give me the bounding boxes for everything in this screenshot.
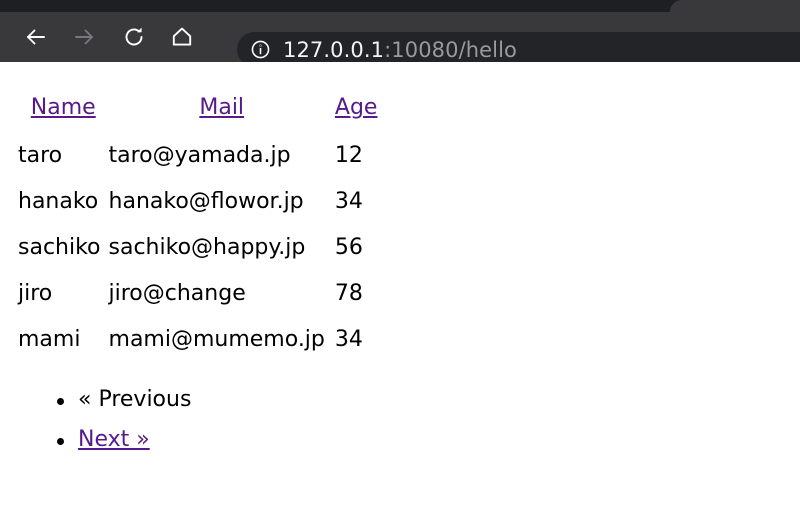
browser-toolbar: 127.0.0.1:10080/hello — [0, 12, 800, 62]
table-row: mami mami@mumemo.jp 34 — [18, 317, 377, 363]
people-table: Name Mail Age taro taro@yamada.jp 12 han… — [18, 85, 377, 363]
cell-mail: taro@yamada.jp — [108, 143, 291, 168]
cell-age: 34 — [334, 189, 363, 214]
cell-age: 78 — [334, 281, 363, 306]
browser-tab[interactable] — [670, 0, 800, 12]
column-header-age: Age — [335, 85, 378, 133]
pagination-list: « Previous Next » — [0, 380, 191, 460]
tab-strip — [0, 0, 800, 12]
cell-name: taro — [18, 143, 63, 168]
next-page-link[interactable]: Next » — [78, 427, 150, 452]
cell-name: jiro — [18, 281, 53, 306]
table-row: sachiko sachiko@happy.jp 56 — [18, 225, 377, 271]
address-path: :10080/hello — [384, 37, 517, 62]
cell-mail: sachiko@happy.jp — [108, 235, 306, 260]
table-header: Name Mail Age — [18, 85, 378, 133]
address-bar[interactable]: 127.0.0.1:10080/hello — [237, 32, 800, 62]
table-header-row: Name Mail Age — [18, 85, 378, 133]
cell-mail: mami@mumemo.jp — [108, 327, 325, 352]
arrow-left-icon — [24, 25, 48, 49]
cell-age: 56 — [334, 235, 363, 260]
cell-age: 12 — [334, 143, 363, 168]
reload-button[interactable] — [112, 18, 156, 56]
arrow-right-icon — [72, 25, 96, 49]
previous-page-label: « Previous — [78, 387, 192, 412]
home-icon — [170, 25, 194, 49]
browser-chrome: 127.0.0.1:10080/hello — [0, 0, 800, 62]
cell-name: hanako — [18, 189, 99, 214]
cell-name: mami — [18, 327, 81, 352]
table-body: taro taro@yamada.jp 12 hanako hanako@flo… — [18, 133, 377, 363]
table-row: taro taro@yamada.jp 12 — [18, 133, 377, 179]
home-button[interactable] — [160, 18, 204, 56]
cell-age: 34 — [334, 327, 363, 352]
reload-icon — [122, 25, 146, 49]
page-content: Name Mail Age taro taro@yamada.jp 12 han… — [0, 62, 800, 513]
sort-link-age[interactable]: Age — [335, 95, 378, 120]
cell-mail: hanako@flowor.jp — [108, 189, 304, 214]
cell-name: sachiko — [18, 235, 101, 260]
list-item: Next » — [56, 420, 191, 460]
sort-link-mail[interactable]: Mail — [199, 95, 244, 120]
back-button[interactable] — [14, 18, 58, 56]
list-item: « Previous — [56, 380, 192, 420]
info-circle-icon[interactable] — [249, 39, 271, 61]
sort-link-name[interactable]: Name — [31, 95, 96, 120]
cell-mail: jiro@change — [108, 281, 246, 306]
address-bar-text: 127.0.0.1:10080/hello — [283, 38, 800, 62]
forward-button[interactable] — [62, 18, 106, 56]
column-header-mail: Mail — [109, 85, 335, 133]
table-row: hanako hanako@flowor.jp 34 — [18, 179, 377, 225]
column-header-name: Name — [18, 85, 109, 133]
address-host: 127.0.0.1 — [283, 37, 385, 62]
table-row: jiro jiro@change 78 — [18, 271, 377, 317]
